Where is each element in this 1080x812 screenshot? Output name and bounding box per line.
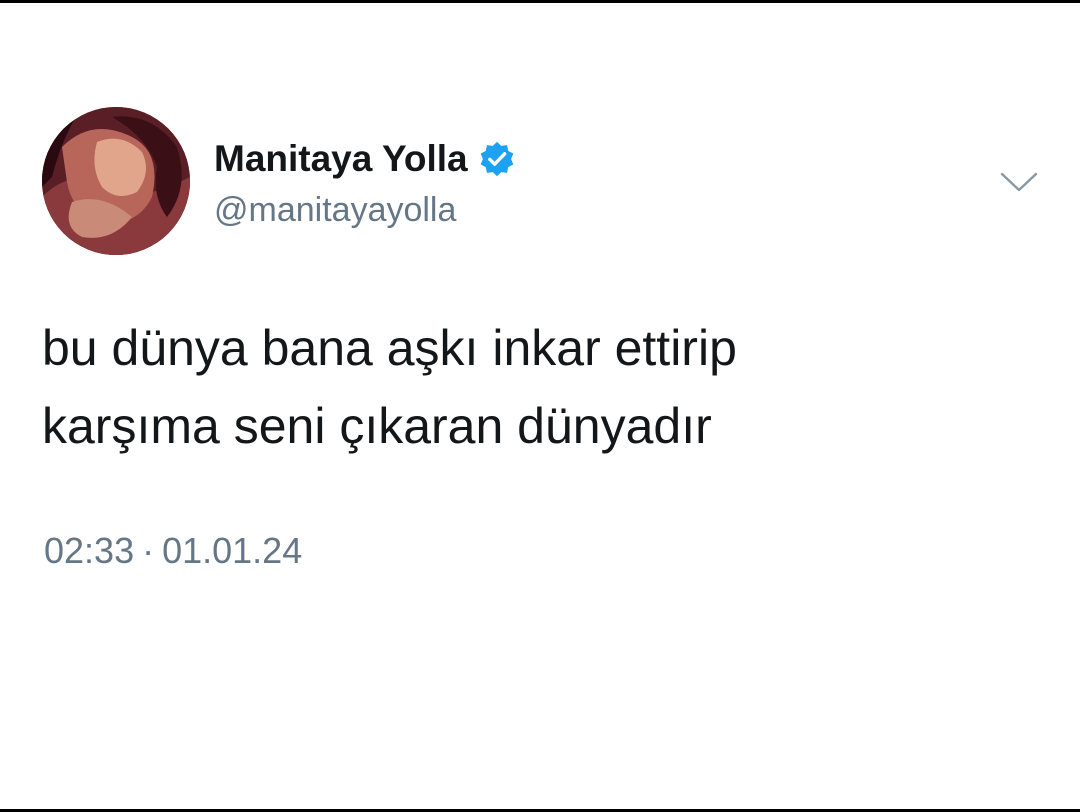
- tweet-card: Manitaya Yolla @manitayayolla bu dünya b…: [0, 3, 1080, 809]
- author-row: Manitaya Yolla: [214, 135, 516, 183]
- tweet-text-line: karşıma seni çıkaran dünyadır: [42, 398, 712, 454]
- meta-separator: ·: [142, 530, 155, 571]
- tweet-text-line: bu dünya bana aşkı inkar ettirip: [42, 320, 737, 376]
- tweet-time[interactable]: 02:33: [44, 530, 134, 571]
- tweet-date[interactable]: 01.01.24: [162, 530, 302, 571]
- avatar[interactable]: [42, 107, 190, 255]
- display-name[interactable]: Manitaya Yolla: [214, 138, 468, 180]
- more-options-button[interactable]: [998, 167, 1040, 197]
- verified-badge-icon: [478, 140, 516, 178]
- chevron-down-icon: [1000, 172, 1038, 192]
- tweet-text: bu dünya bana aşkı inkar ettirip karşıma…: [42, 309, 1002, 465]
- author-handle[interactable]: @manitayayolla: [214, 191, 456, 230]
- tweet-meta: 02:33 · 01.01.24: [44, 530, 302, 572]
- avatar-image: [42, 107, 190, 255]
